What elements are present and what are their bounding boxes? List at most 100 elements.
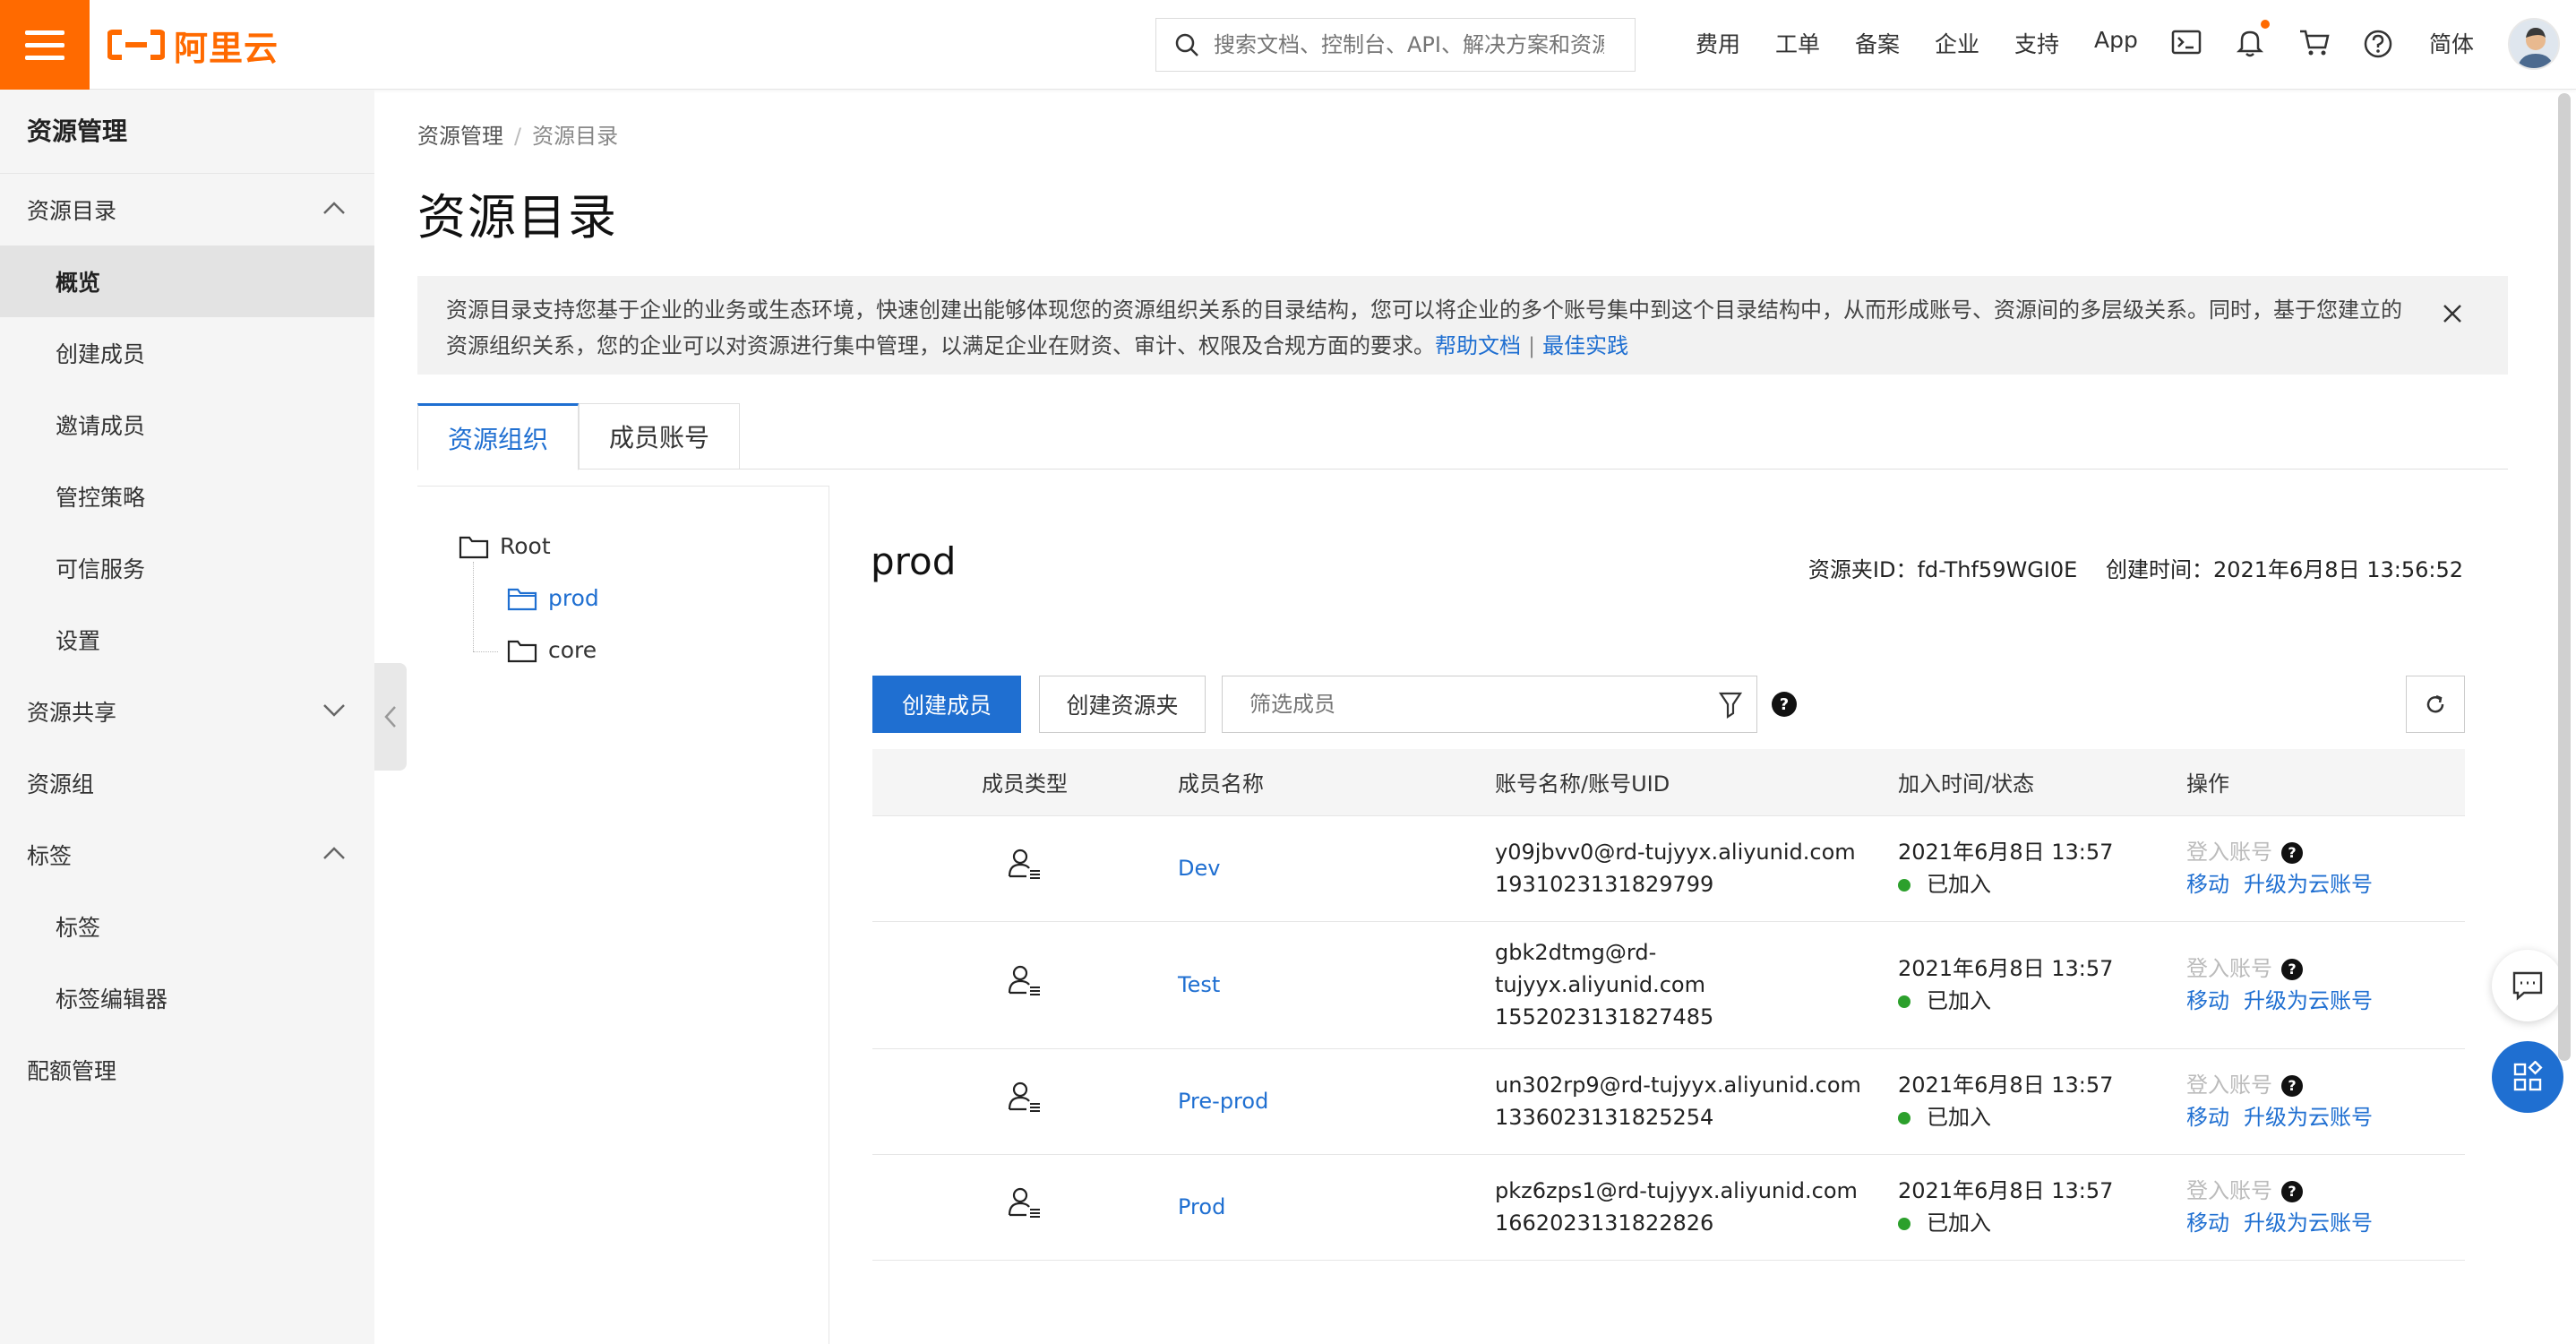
nav-icp[interactable]: 备案 bbox=[1855, 27, 1900, 59]
upgrade-action[interactable]: 升级为云账号 bbox=[2244, 872, 2373, 897]
upgrade-action[interactable]: 升级为云账号 bbox=[2244, 1105, 2373, 1130]
notice-text: 资源目录支持您基于企业的业务或生态环境，快速创建出能够体现您的资源组织关系的目录… bbox=[446, 297, 2402, 358]
sidebar-item-create-member[interactable]: 创建成员 bbox=[0, 317, 374, 389]
breadcrumb-root[interactable]: 资源管理 bbox=[417, 124, 503, 149]
account-cell: un302rp9@rd-tujyyx.aliyunid.com 133602313… bbox=[1494, 1048, 1897, 1155]
account-line: un302rp9@rd-tujyyx.aliyunid.com bbox=[1495, 1073, 1861, 1098]
nav-app[interactable]: App bbox=[2094, 27, 2138, 53]
sidebar-item-tags[interactable]: 标签 bbox=[0, 891, 374, 962]
folder-icon bbox=[507, 640, 537, 662]
status-dot bbox=[1898, 1112, 1911, 1124]
actions-cell: 登入账号? 移动 升级为云账号 bbox=[2185, 815, 2465, 922]
sidebar-group-resource-sharing[interactable]: 资源共享 bbox=[0, 676, 374, 747]
table-row: Dev y09jbvv0@rd-tujyyx.aliyunid.com 19310… bbox=[872, 815, 2465, 922]
member-name-link[interactable]: Pre-prod bbox=[1178, 1089, 1268, 1114]
sidebar-item-tag-editor[interactable]: 标签编辑器 bbox=[0, 962, 374, 1034]
login-account-action: 登入账号 bbox=[2186, 1178, 2272, 1203]
language-switch[interactable]: 简体 bbox=[2429, 27, 2474, 59]
member-filter[interactable] bbox=[1222, 676, 1757, 733]
sidebar-item-trusted-service[interactable]: 可信服务 bbox=[0, 532, 374, 604]
breadcrumb-separator: / bbox=[514, 124, 522, 149]
best-practice-link[interactable]: 最佳实践 bbox=[1542, 333, 1628, 358]
table-header-row: 成员类型 成员名称 账号名称/账号UID 加入时间/状态 操作 bbox=[872, 749, 2465, 816]
tab-member-accounts[interactable]: 成员账号 bbox=[579, 403, 740, 470]
help-icon[interactable] bbox=[2363, 29, 2393, 63]
sidebar-item-invite-member[interactable]: 邀请成员 bbox=[0, 389, 374, 461]
close-icon[interactable] bbox=[2442, 303, 2463, 324]
member-type-cell bbox=[872, 815, 1177, 922]
login-help-icon[interactable]: ? bbox=[2281, 842, 2303, 864]
search-input[interactable] bbox=[1212, 31, 1606, 58]
create-folder-button[interactable]: 创建资源夹 bbox=[1039, 676, 1206, 733]
status: 已加入 bbox=[1898, 1101, 2185, 1133]
member-name-link[interactable]: Prod bbox=[1178, 1194, 1225, 1219]
cart-icon[interactable] bbox=[2298, 29, 2331, 61]
menu-bar bbox=[25, 42, 64, 47]
member-name-link[interactable]: Test bbox=[1178, 972, 1220, 997]
login-account-action: 登入账号 bbox=[2186, 1073, 2272, 1098]
page-scrollbar[interactable] bbox=[2558, 93, 2571, 1061]
sidebar-item-overview[interactable]: 概览 bbox=[0, 246, 374, 317]
status-text: 已加入 bbox=[1927, 1105, 1991, 1130]
login-help-icon[interactable]: ? bbox=[2281, 1075, 2303, 1097]
feedback-button[interactable] bbox=[2492, 950, 2563, 1021]
create-member-button[interactable]: 创建成员 bbox=[872, 676, 1021, 733]
login-account-action: 登入账号 bbox=[2186, 840, 2272, 865]
account-line: 1336023131825254 bbox=[1495, 1105, 1714, 1130]
chevron-up-icon bbox=[323, 847, 345, 859]
join-cell: 2021年6月8日 13:57 已加入 bbox=[1897, 1048, 2185, 1155]
status-text: 已加入 bbox=[1927, 988, 1991, 1013]
tree-node-label: prod bbox=[548, 585, 599, 611]
nav-support[interactable]: 支持 bbox=[2014, 27, 2059, 59]
sidebar-item-label: 资源组 bbox=[27, 771, 95, 797]
menu-button[interactable] bbox=[0, 0, 90, 90]
account-line: gbk2dtmg@rd- bbox=[1495, 940, 1657, 965]
upgrade-action[interactable]: 升级为云账号 bbox=[2244, 1210, 2373, 1236]
apps-button[interactable] bbox=[2492, 1041, 2563, 1113]
nav-ticket[interactable]: 工单 bbox=[1775, 27, 1820, 59]
sidebar-item-settings[interactable]: 设置 bbox=[0, 604, 374, 676]
move-action[interactable]: 移动 bbox=[2186, 988, 2229, 1013]
status: 已加入 bbox=[1898, 868, 2185, 900]
account-line: 1552023131827485 bbox=[1495, 1004, 1714, 1030]
member-name-link[interactable]: Dev bbox=[1178, 856, 1220, 881]
sidebar-collapse-toggle[interactable] bbox=[374, 663, 407, 771]
account-line: y09jbvv0@rd-tujyyx.aliyunid.com bbox=[1495, 840, 1856, 865]
tree-node-label: core bbox=[548, 637, 597, 663]
chevron-up-icon bbox=[323, 202, 345, 214]
move-action[interactable]: 移动 bbox=[2186, 1210, 2229, 1236]
tree-node-core[interactable]: core bbox=[507, 637, 597, 663]
col-header-actions: 操作 bbox=[2185, 749, 2465, 816]
tab-resource-organization[interactable]: 资源组织 bbox=[417, 403, 579, 470]
sidebar-group-tags[interactable]: 标签 bbox=[0, 819, 374, 891]
help-doc-link[interactable]: 帮助文档 bbox=[1435, 333, 1521, 358]
tree-connector bbox=[473, 651, 498, 652]
filter-input[interactable] bbox=[1248, 691, 1696, 718]
global-search[interactable] bbox=[1155, 18, 1636, 72]
nav-billing[interactable]: 费用 bbox=[1696, 27, 1740, 59]
move-action[interactable]: 移动 bbox=[2186, 1105, 2229, 1130]
move-action[interactable]: 移动 bbox=[2186, 872, 2229, 897]
tree-node-prod[interactable]: prod bbox=[507, 585, 599, 611]
avatar[interactable] bbox=[2508, 18, 2560, 70]
bell-icon[interactable] bbox=[2236, 27, 2264, 61]
filter-icon[interactable] bbox=[1717, 691, 1744, 719]
filter-help-icon[interactable]: ? bbox=[1772, 692, 1797, 717]
tree-node-root[interactable]: Root bbox=[459, 533, 551, 559]
col-header-account: 账号名称/账号UID bbox=[1494, 749, 1897, 816]
sidebar-item-label: 资源目录 bbox=[27, 198, 117, 224]
sidebar-item-control-policy[interactable]: 管控策略 bbox=[0, 461, 374, 532]
sidebar-group-resource-directory[interactable]: 资源目录 bbox=[0, 174, 374, 246]
terminal-icon[interactable] bbox=[2171, 29, 2202, 59]
logo[interactable]: 阿里云 bbox=[107, 23, 279, 68]
sidebar-item-quota[interactable]: 配额管理 bbox=[0, 1034, 374, 1106]
refresh-button[interactable] bbox=[2406, 676, 2465, 733]
nav-enterprise[interactable]: 企业 bbox=[1935, 27, 1979, 59]
login-help-icon[interactable]: ? bbox=[2281, 959, 2303, 980]
sidebar-item-resource-group[interactable]: 资源组 bbox=[0, 747, 374, 819]
upgrade-action[interactable]: 升级为云账号 bbox=[2244, 988, 2373, 1013]
status: 已加入 bbox=[1898, 1207, 2185, 1239]
tree-node-label: Root bbox=[500, 533, 551, 559]
folder-tree: Root prod core bbox=[417, 486, 829, 1344]
login-help-icon[interactable]: ? bbox=[2281, 1181, 2303, 1202]
